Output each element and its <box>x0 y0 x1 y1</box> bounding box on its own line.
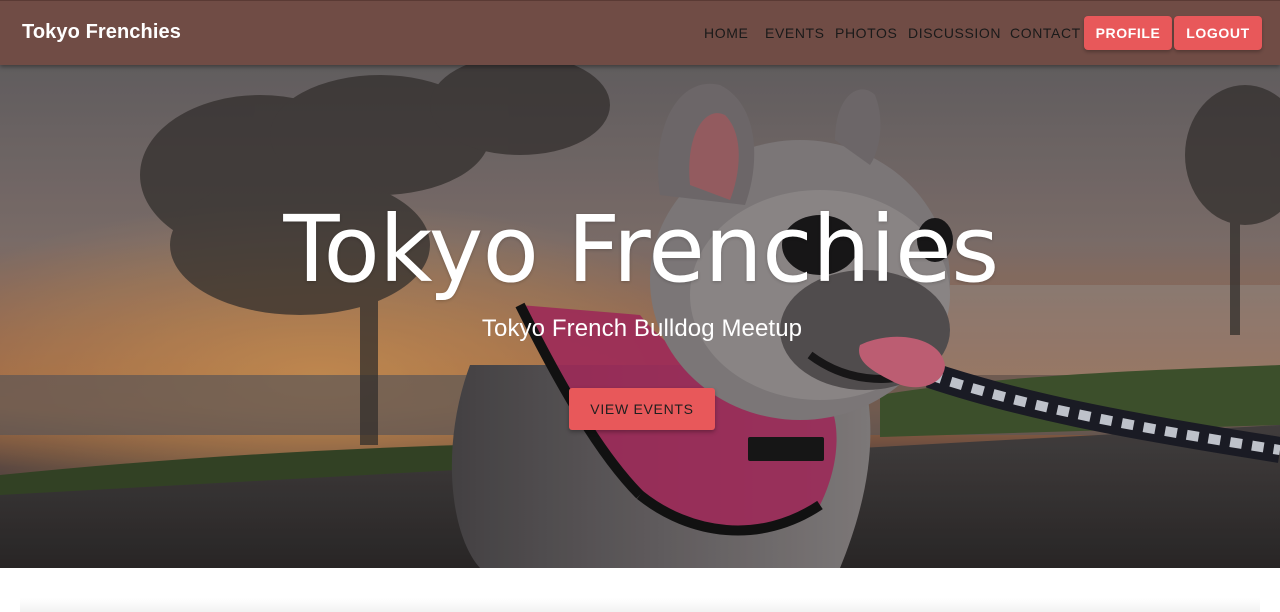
profile-button[interactable]: PROFILE <box>1084 16 1172 50</box>
hero-section: Tokyo Frenchies Tokyo French Bulldog Mee… <box>0 65 1280 568</box>
hero-title: Tokyo Frenchies <box>283 196 999 303</box>
top-navbar: Tokyo Frenchies HOME EVENTS PHOTOS DISCU… <box>0 0 1280 65</box>
nav-links: HOME EVENTS PHOTOS DISCUSSION CONTACT PR… <box>0 1 1280 66</box>
nav-link-photos[interactable]: PHOTOS <box>835 25 897 41</box>
nav-link-contact[interactable]: CONTACT <box>1010 25 1081 41</box>
content-card-edge <box>20 598 1260 612</box>
nav-link-home[interactable]: HOME <box>704 25 748 41</box>
hero-subtitle: Tokyo French Bulldog Meetup <box>481 315 803 342</box>
content-section <box>0 568 1280 612</box>
logout-button[interactable]: LOGOUT <box>1174 16 1262 50</box>
nav-link-discussion[interactable]: DISCUSSION <box>908 25 1001 41</box>
nav-link-events[interactable]: EVENTS <box>765 25 825 41</box>
view-events-button[interactable]: VIEW EVENTS <box>569 388 715 430</box>
